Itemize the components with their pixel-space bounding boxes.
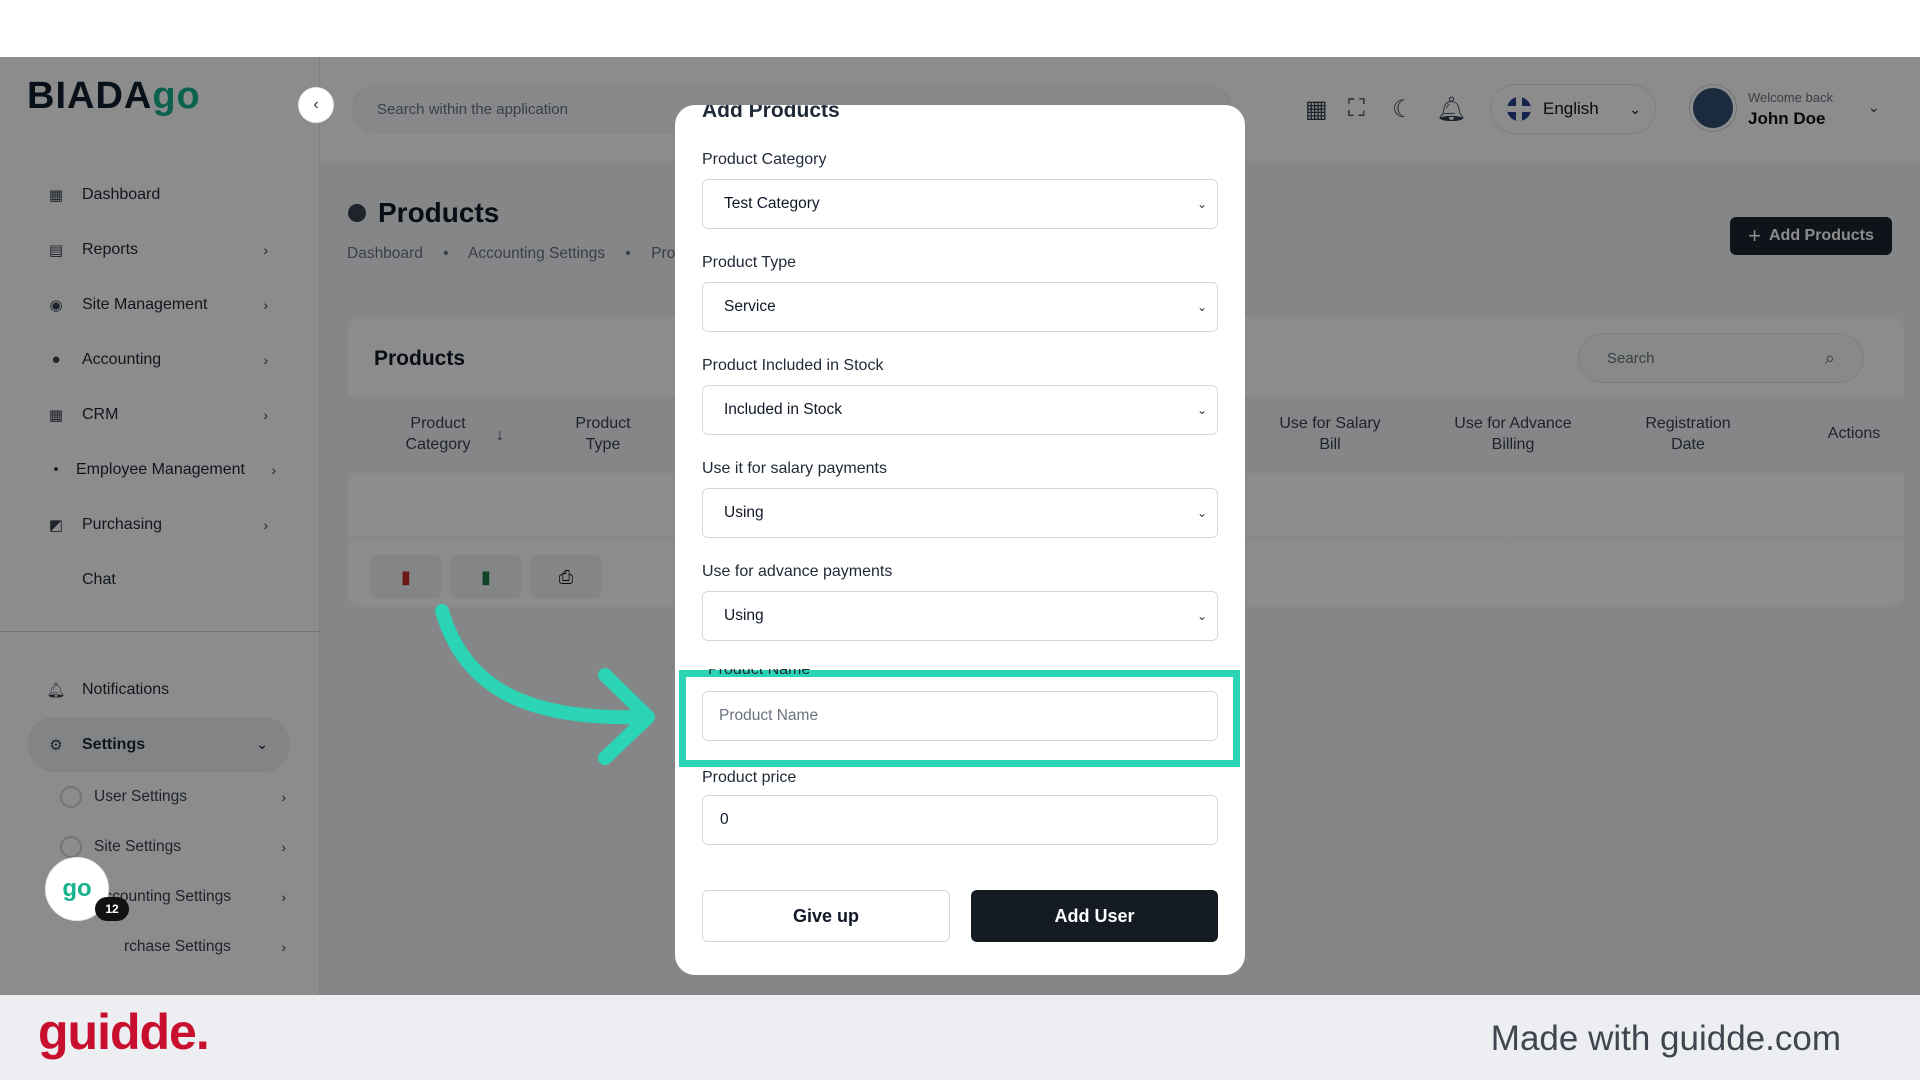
product-name-highlight: Product Name	[679, 669, 1240, 767]
product-stock-label: Product Included in Stock	[702, 357, 884, 374]
advance-payments-select[interactable]: Using ⌄	[702, 591, 1218, 641]
chevron-down-icon: ⌄	[1196, 403, 1207, 417]
sidebar-collapse-button[interactable]: ‹	[298, 87, 334, 123]
guidde-logo: guidde.	[38, 1004, 210, 1060]
chevron-down-icon: ⌄	[1196, 197, 1207, 211]
product-price-input[interactable]	[702, 795, 1218, 845]
product-price-label: Product price	[702, 769, 797, 786]
product-type-label: Product Type	[702, 254, 796, 271]
made-with-text: Made with guidde.com	[1490, 1019, 1841, 1058]
product-type-select[interactable]: Service ⌄	[702, 282, 1218, 332]
chevron-down-icon: ⌄	[1196, 300, 1207, 314]
give-up-button[interactable]: Give up	[702, 890, 950, 942]
product-name-label: Product Name	[708, 669, 811, 678]
product-category-select[interactable]: Test Category ⌄	[702, 179, 1218, 229]
product-category-label: Product Category	[702, 151, 827, 168]
modal-title: Add Products	[702, 105, 840, 122]
salary-payments-label: Use it for salary payments	[702, 460, 887, 477]
chevron-down-icon: ⌄	[1196, 609, 1207, 623]
chevron-down-icon: ⌄	[1196, 506, 1207, 520]
top-margin	[0, 0, 1920, 57]
product-name-input[interactable]	[702, 691, 1218, 741]
tutorial-arrow-icon	[435, 604, 655, 765]
product-stock-select[interactable]: Included in Stock ⌄	[702, 385, 1218, 435]
footer-banner: guidde. Made with guidde.com	[0, 995, 1920, 1080]
add-user-button[interactable]: Add User	[971, 890, 1218, 942]
chevron-left-icon: ‹	[313, 96, 319, 113]
salary-payments-select[interactable]: Using ⌄	[702, 488, 1218, 538]
assistant-count-badge: 12	[95, 897, 129, 921]
add-products-modal: Add Products Product Category Test Categ…	[675, 105, 1245, 975]
advance-payments-label: Use for advance payments	[702, 563, 893, 580]
